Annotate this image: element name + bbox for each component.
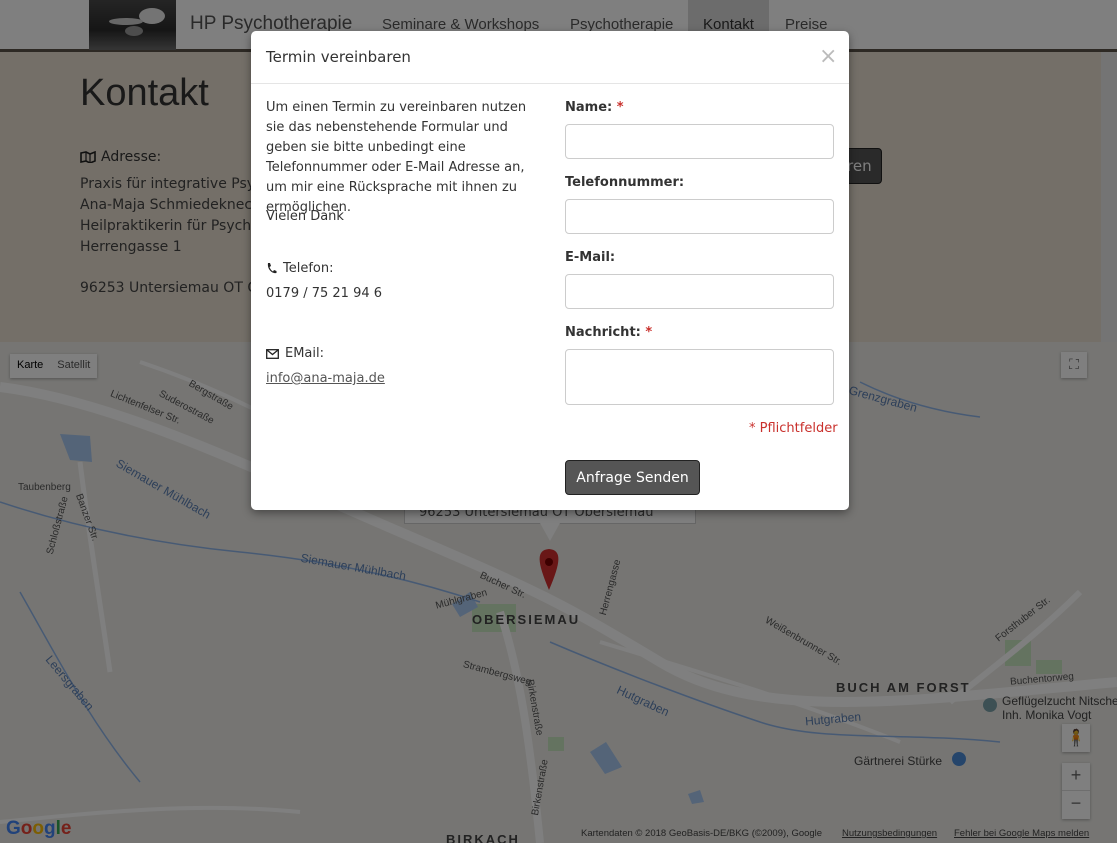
envelope-icon — [266, 348, 279, 359]
name-label-text: Name: — [565, 100, 613, 115]
message-label-text: Nachricht: — [565, 325, 641, 340]
phone-number[interactable]: 0179 / 75 21 94 6 — [266, 286, 382, 301]
name-input[interactable] — [565, 124, 834, 159]
email-heading: EMail: — [266, 346, 324, 361]
modal-title: Termin vereinbaren — [266, 48, 411, 66]
required-mark: * — [616, 100, 624, 115]
phone-heading: Telefon: — [266, 261, 334, 276]
phone-label: Telefon: — [283, 261, 334, 276]
email-link-wrapper: info@ana-maja.de — [266, 371, 385, 386]
required-mark: * — [645, 325, 653, 340]
message-label: Nachricht: * — [565, 325, 652, 340]
modal-header: Termin vereinbaren × — [251, 31, 849, 84]
phone-input[interactable] — [565, 199, 834, 234]
modal-intro-text: Um einen Termin zu vereinbaren nutzen si… — [266, 100, 527, 215]
phone-field-label: Telefonnummer: — [565, 175, 685, 190]
email-label: EMail: — [285, 346, 324, 361]
email-field-label: E-Mail: — [565, 250, 616, 265]
required-fields-note: * Pflichtfelder — [749, 421, 838, 436]
email-input[interactable] — [565, 274, 834, 309]
submit-button[interactable]: Anfrage Senden — [565, 460, 700, 495]
appointment-modal: Termin vereinbaren × Um einen Termin zu … — [251, 31, 849, 510]
close-icon[interactable]: × — [819, 44, 837, 69]
thanks-text: Vielen Dank — [266, 209, 344, 224]
email-link[interactable]: info@ana-maja.de — [266, 371, 385, 386]
name-label: Name: * — [565, 100, 624, 115]
message-textarea[interactable] — [565, 349, 834, 405]
phone-icon — [267, 263, 277, 274]
